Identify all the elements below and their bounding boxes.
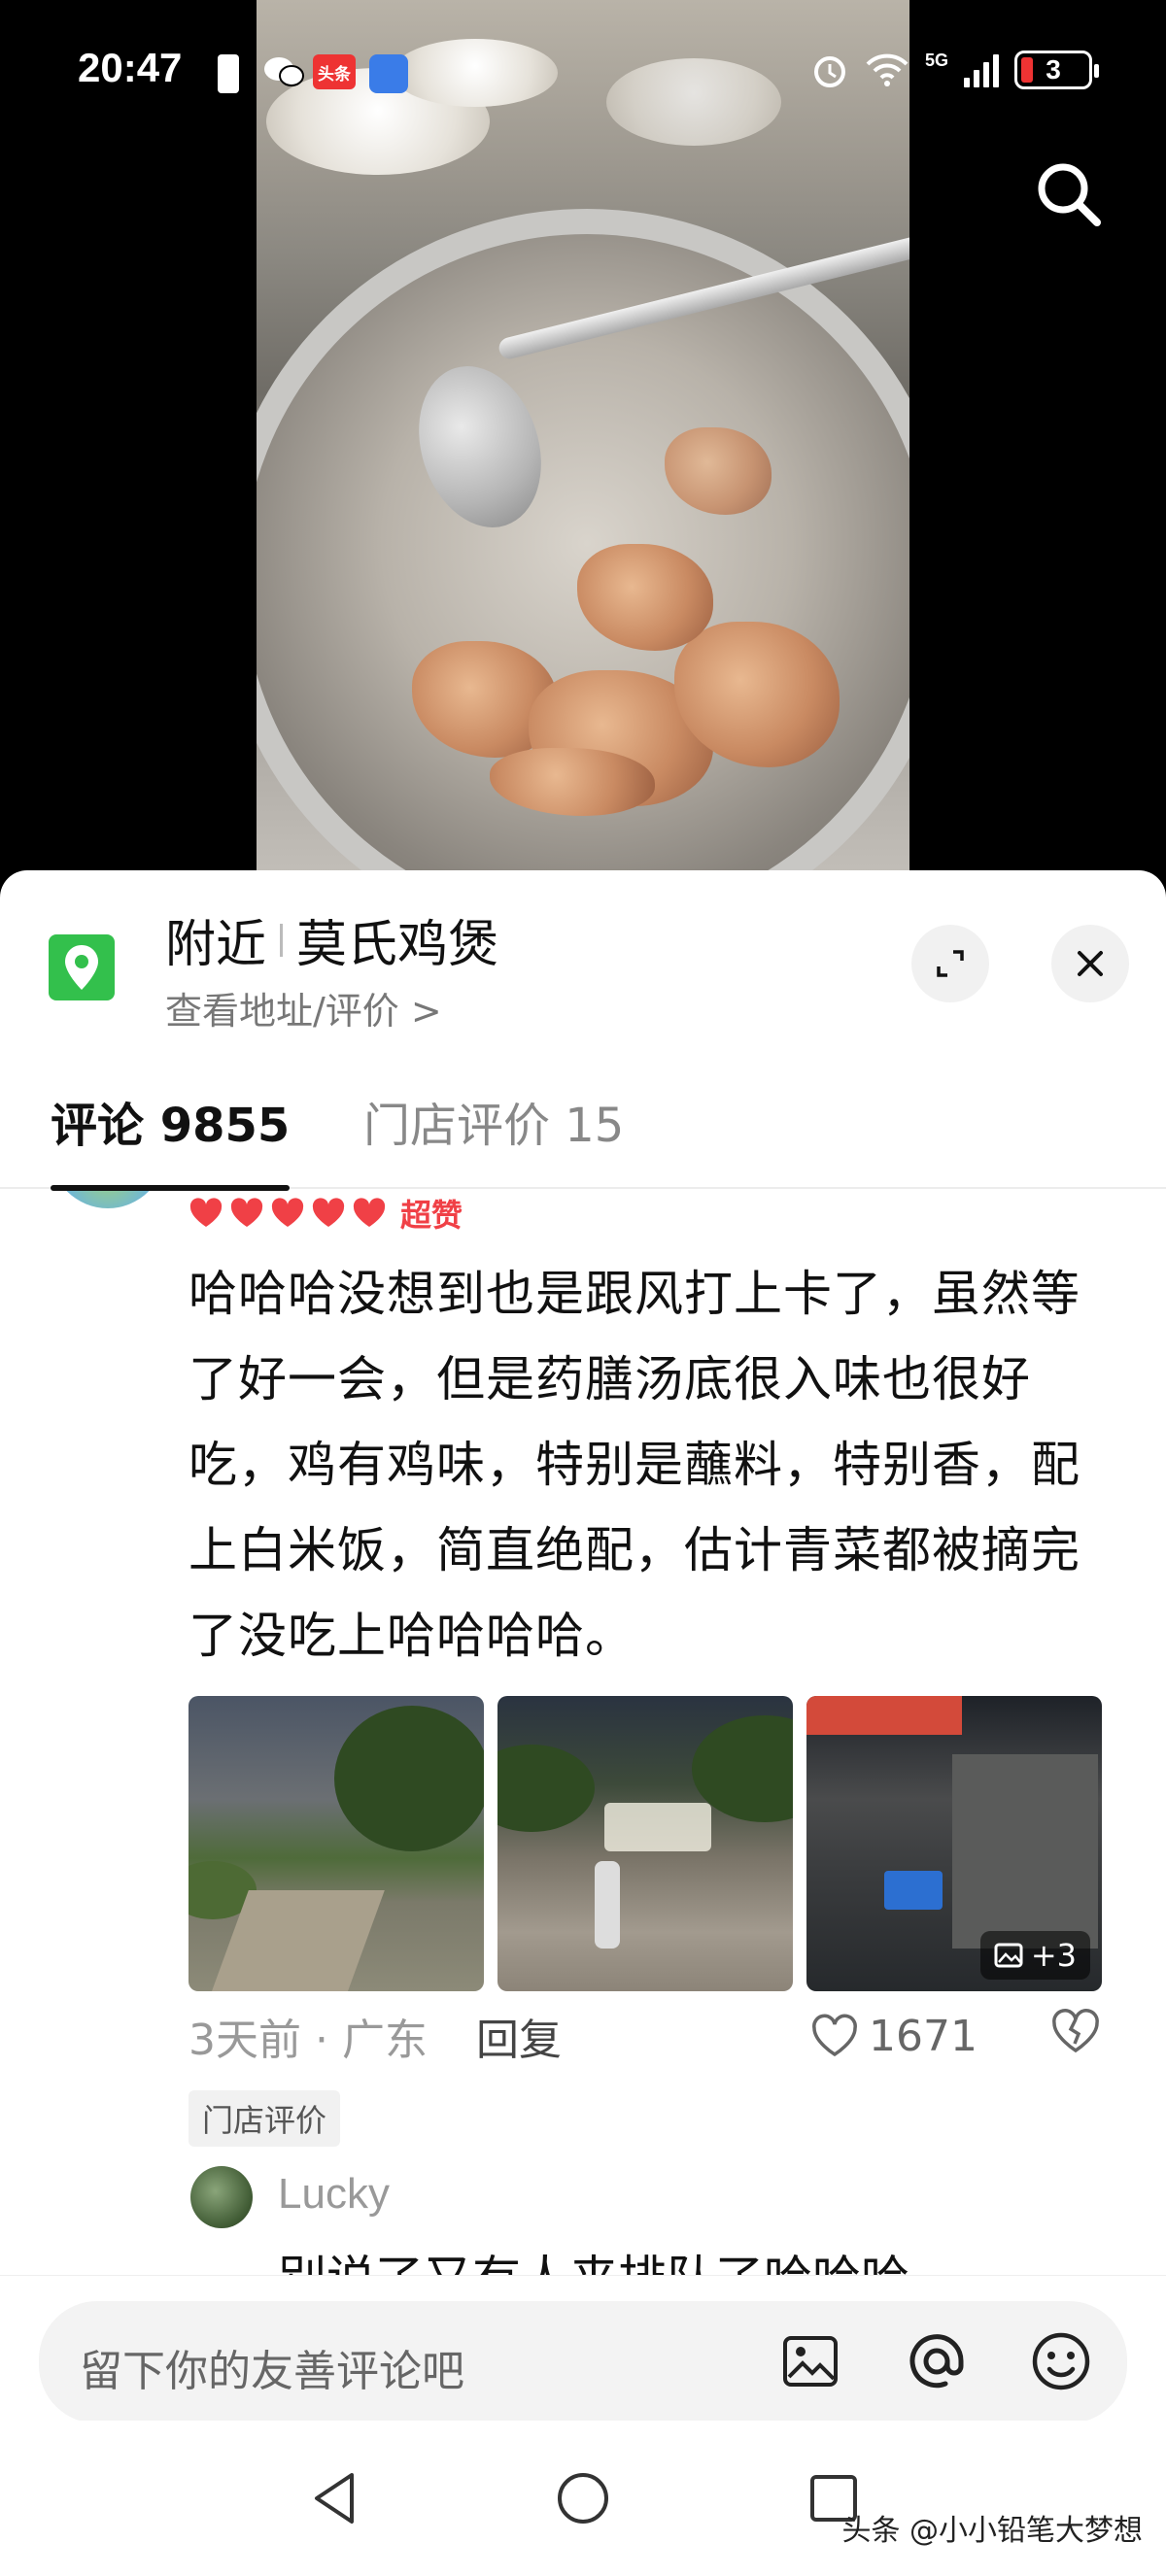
search-icon [1038, 163, 1101, 226]
separator [280, 923, 284, 957]
emoji-icon [1032, 2332, 1090, 2390]
watermark: 头条 @小小铅笔大梦想 [841, 2514, 1143, 2548]
location-pin-icon [49, 934, 115, 1000]
home-button[interactable] [552, 2467, 614, 2529]
comment-input-placeholder: 留下你的友善评论吧 [80, 2347, 464, 2396]
heart-icon [189, 1198, 223, 1227]
toutiao-icon: 头条 [313, 54, 356, 89]
reply-avatar[interactable] [190, 2166, 253, 2228]
comment-meta: 3天前 · 广东 回复 1671 [189, 2008, 1121, 2065]
status-right: 5G 3 [810, 50, 1099, 89]
back-button[interactable] [303, 2467, 365, 2529]
comment-photo[interactable]: +3 [806, 1696, 1102, 1991]
image-icon [994, 1943, 1023, 1968]
more-photos-count: +3 [1030, 1937, 1077, 1974]
heart-icon [230, 1198, 263, 1227]
mention-button[interactable] [906, 2330, 968, 2392]
close-icon [1078, 951, 1103, 976]
search-button[interactable] [1030, 155, 1108, 233]
wifi-icon [866, 53, 909, 86]
battery-level: 3 [1046, 54, 1061, 85]
tab-bar: 评论 9855 门店评价 15 [0, 1086, 1166, 1191]
heart-icon [353, 1198, 386, 1227]
rating: 超赞 [189, 1191, 463, 1236]
dislike-button[interactable] [1049, 2008, 1102, 2065]
more-photos-badge[interactable]: +3 [979, 1931, 1090, 1980]
store-name: 莫氏鸡煲 [296, 916, 499, 974]
image-button[interactable] [779, 2330, 841, 2392]
network-label: 5G [924, 50, 948, 70]
expand-icon [937, 950, 964, 977]
home-circle-icon [558, 2473, 608, 2524]
signal-icon [964, 52, 999, 87]
view-address-link[interactable]: 查看地址/评价 > [165, 981, 442, 1034]
clock: 20:47 [78, 45, 183, 90]
at-icon [909, 2334, 964, 2389]
heart-outline-icon [812, 2014, 857, 2057]
tab-comments[interactable]: 评论 9855 [51, 1086, 291, 1191]
reply-author[interactable]: Lucky [278, 2170, 390, 2219]
comment-photos: +3 [189, 1696, 1102, 1991]
alarm-icon [813, 56, 845, 87]
comment-input-bar: 留下你的友善评论吧 [0, 2275, 1166, 2423]
comment-photo[interactable] [189, 1696, 484, 1991]
heart-icon [271, 1198, 304, 1227]
video-player[interactable]: 20:47 头条 5G 3 [0, 0, 1166, 894]
rating-label: 超赞 [400, 1197, 463, 1234]
broken-heart-icon [1052, 2008, 1099, 2052]
expand-button[interactable] [911, 925, 989, 1002]
store-review-tag[interactable]: 门店评价 [189, 2090, 341, 2147]
tab-store-reviews[interactable]: 门店评价 15 [363, 1086, 624, 1189]
location-header[interactable]: 附近 莫氏鸡煲 查看地址/评价 > [0, 870, 1166, 1045]
status-bar: 20:47 头条 5G 3 [0, 0, 1166, 146]
location-prefix: 附近 [165, 916, 267, 974]
back-triangle-icon [315, 2473, 354, 2524]
app-icon [369, 54, 408, 93]
location-title[interactable]: 附近 莫氏鸡煲 [165, 903, 498, 976]
comment-photo[interactable] [497, 1696, 793, 1991]
like-count: 1671 [869, 2011, 977, 2061]
heart-icon [312, 1198, 345, 1227]
like-button[interactable]: 1671 [810, 2012, 977, 2061]
comment-time: 3天前 · 广东 [189, 2016, 428, 2065]
comment-input[interactable]: 留下你的友善评论吧 [39, 2301, 1127, 2423]
system-nav-bar: 头条 @小小铅笔大梦想 [0, 2421, 1166, 2576]
reply-button[interactable]: 回复 [476, 2005, 562, 2067]
battery-icon: 3 [1014, 51, 1099, 89]
chat-icon [262, 54, 305, 89]
comment-text: 哈哈哈没想到也是跟风打上卡了，虽然等了好一会，但是药膳汤底很入味也很好吃，鸡有鸡… [189, 1266, 1080, 1664]
emoji-button[interactable] [1030, 2330, 1092, 2392]
image-icon [783, 2336, 838, 2387]
alert-icon [218, 54, 239, 93]
close-button[interactable] [1051, 925, 1129, 1002]
